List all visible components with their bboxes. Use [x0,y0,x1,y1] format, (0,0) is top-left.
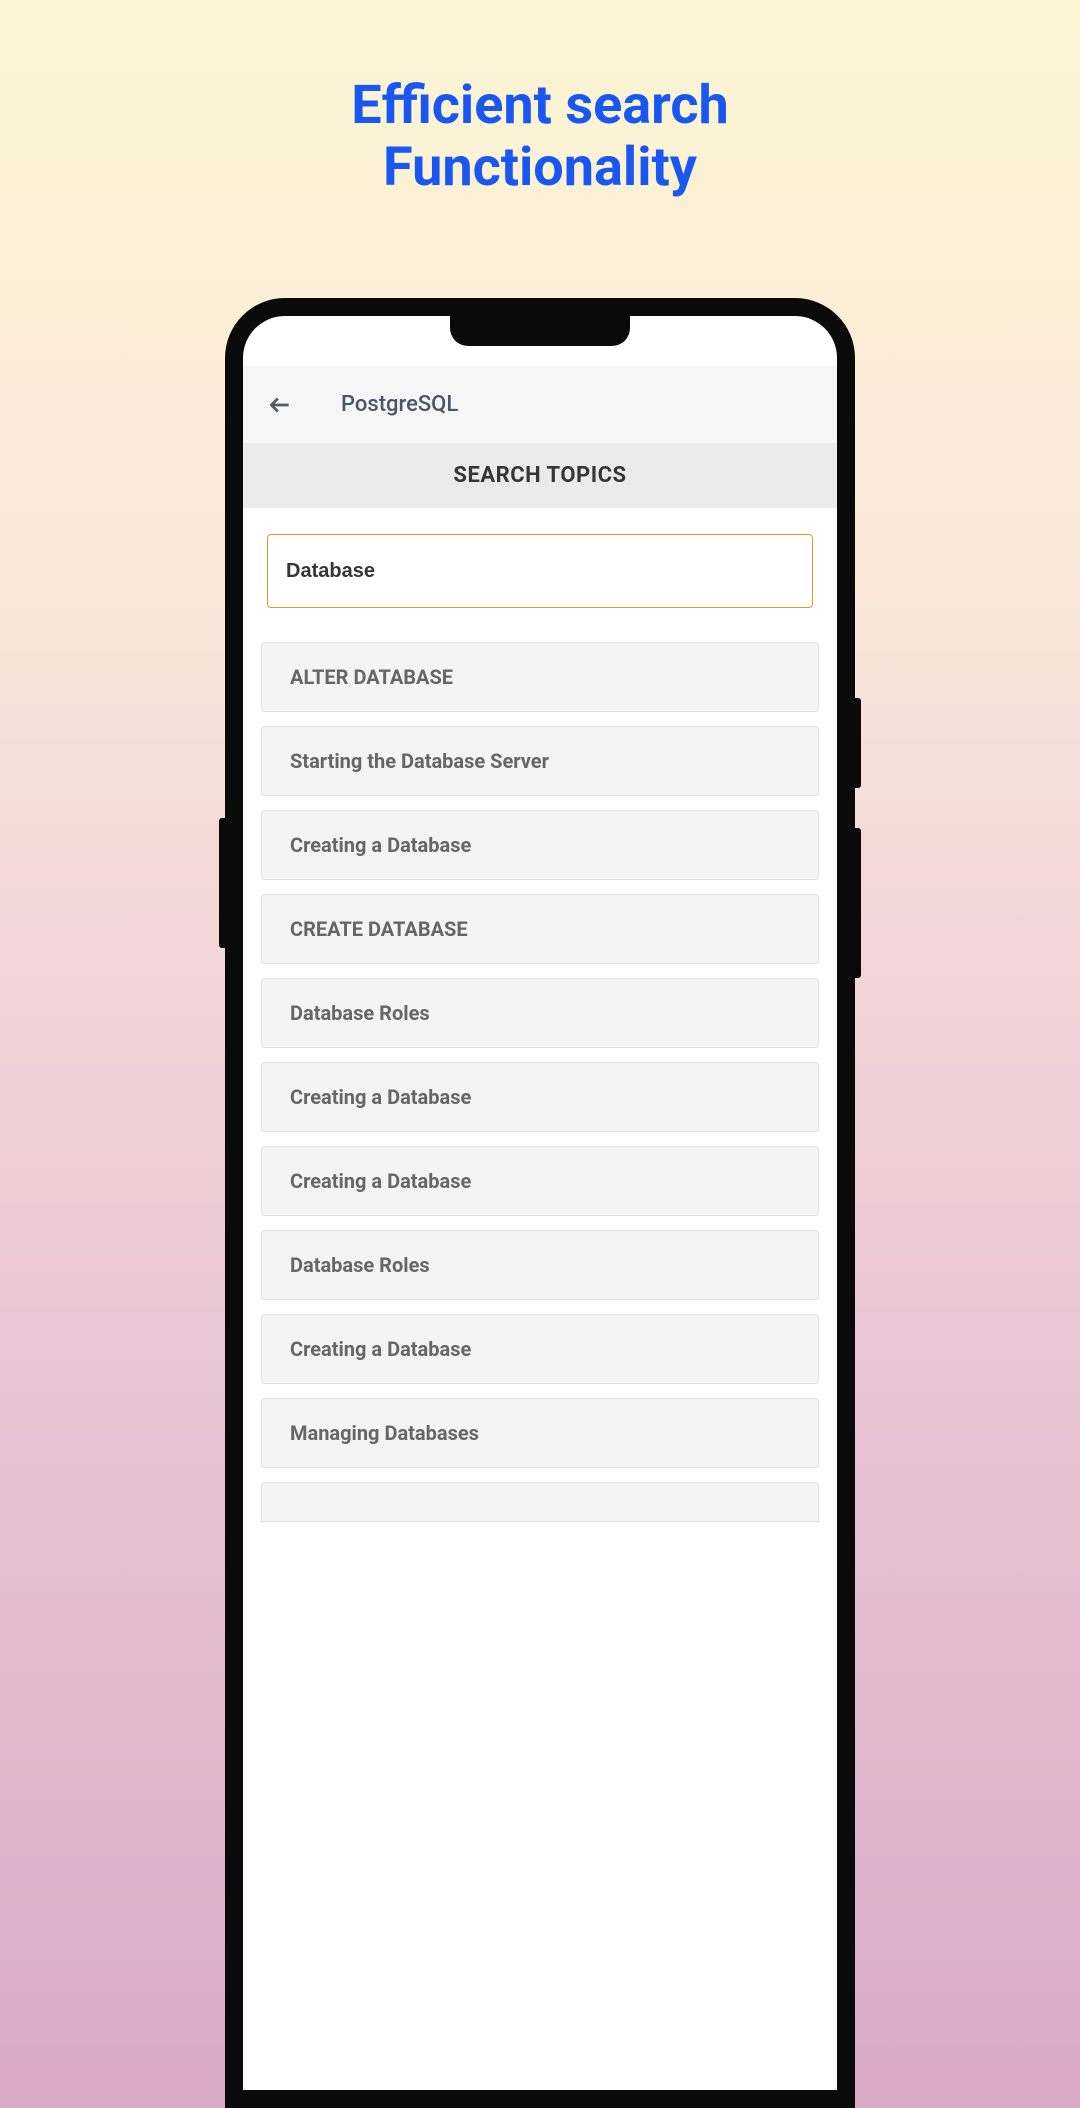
hero-title: Efficient search Functionality [0,0,1080,199]
list-item[interactable]: Creating a Database [261,1146,819,1216]
search-input[interactable] [267,534,813,608]
list-item[interactable]: Creating a Database [261,1062,819,1132]
results-list: ALTER DATABASE Starting the Database Ser… [243,616,837,1522]
phone-notch [450,316,630,346]
list-item-label: Creating a Database [290,1085,471,1109]
list-item-label: Database Roles [290,1001,430,1025]
phone-screen: PostgreSQL SEARCH TOPICS ALTER DATABASE … [243,316,837,2090]
list-item-label: Managing Databases [290,1421,479,1445]
section-header: SEARCH TOPICS [243,443,837,508]
phone-frame: PostgreSQL SEARCH TOPICS ALTER DATABASE … [225,298,855,2108]
list-item[interactable]: Database Roles [261,1230,819,1300]
hero-title-line1: Efficient search [0,75,1080,137]
phone-side-button-right-2 [855,828,861,978]
list-item[interactable]: Database Roles [261,978,819,1048]
search-container [243,508,837,616]
hero-title-line2: Functionality [0,137,1080,199]
list-item-label: ALTER DATABASE [290,665,453,689]
phone-side-button-left [219,818,225,948]
list-item[interactable]: Starting the Database Server [261,726,819,796]
list-item-label: Creating a Database [290,1169,471,1193]
list-item-label: Database Roles [290,1253,430,1277]
list-item-label: Starting the Database Server [290,749,549,773]
list-item[interactable]: Creating a Database [261,1314,819,1384]
app-header: PostgreSQL [243,366,837,443]
list-item[interactable]: Creating a Database [261,810,819,880]
list-item-label: Creating a Database [290,833,471,857]
list-item[interactable]: Managing Databases [261,1398,819,1468]
list-item-label: CREATE DATABASE [290,917,468,941]
back-arrow-icon[interactable] [267,392,293,418]
app-title: PostgreSQL [341,392,458,417]
list-item[interactable]: CREATE DATABASE [261,894,819,964]
list-item-label: Creating a Database [290,1337,471,1361]
phone-side-button-right-1 [855,698,861,788]
phone-mockup: PostgreSQL SEARCH TOPICS ALTER DATABASE … [225,298,855,2108]
list-item[interactable] [261,1482,819,1522]
list-item[interactable]: ALTER DATABASE [261,642,819,712]
section-header-text: SEARCH TOPICS [243,463,837,488]
